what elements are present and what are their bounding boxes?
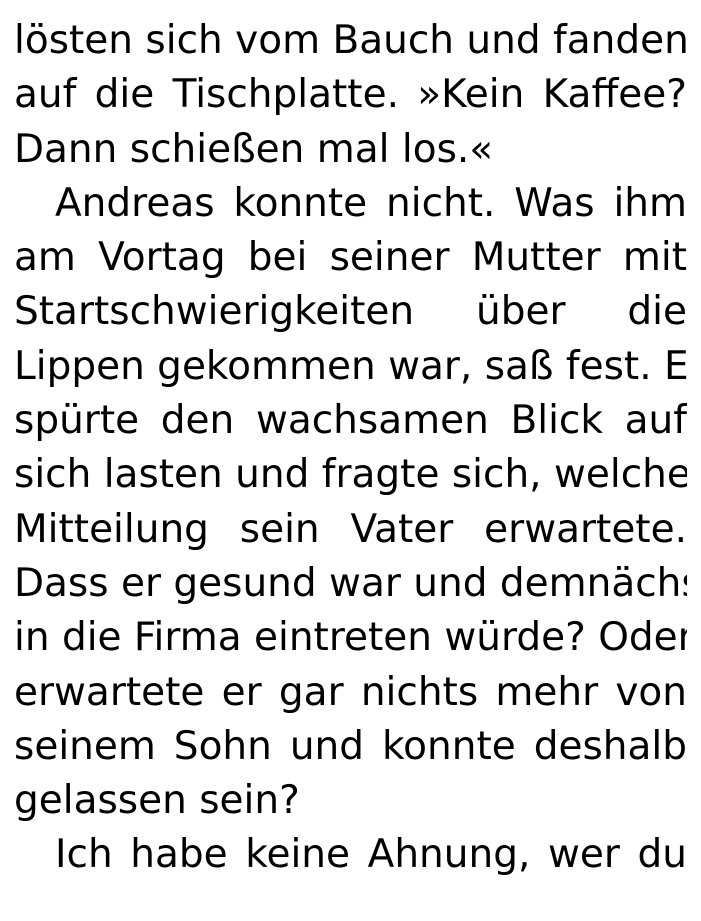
text-line: lösten sich vom Bauch und fanden xyxy=(14,18,687,63)
document-page: lösten sich vom Bauch und fanden auf die… xyxy=(0,0,701,921)
text-line: in die Firma eintreten würde? Oder xyxy=(14,615,687,661)
text-line: spürte den wachsamen Blick auf xyxy=(14,398,687,444)
text-line: gelassen sein? xyxy=(14,778,300,824)
text-line: Mitteilung sein Vater erwartete. xyxy=(14,506,687,552)
text-line: Dass er gesund war und demnächst xyxy=(14,560,687,606)
paragraph-first-line: Andreas konnte nicht. Was ihm xyxy=(55,180,687,226)
text-line: Dann schießen mal los.« xyxy=(14,126,494,172)
text-line: Lippen gekommen war, saß fest. Er xyxy=(14,343,687,389)
paragraph-first-line: Ich habe keine Ahnung, wer du xyxy=(55,832,687,878)
text-line: auf die Tischplatte. »Kein Kaffee? xyxy=(14,72,687,118)
text-line: erwartete er gar nichts mehr von xyxy=(14,669,687,715)
text-line: sich lasten und fragte sich, welche xyxy=(14,452,687,498)
text-line: am Vortag bei seiner Mutter mit xyxy=(14,235,687,281)
text-line: Startschwierigkeiten über die xyxy=(14,289,687,335)
text-line: seinem Sohn und konnte deshalb xyxy=(14,723,687,769)
